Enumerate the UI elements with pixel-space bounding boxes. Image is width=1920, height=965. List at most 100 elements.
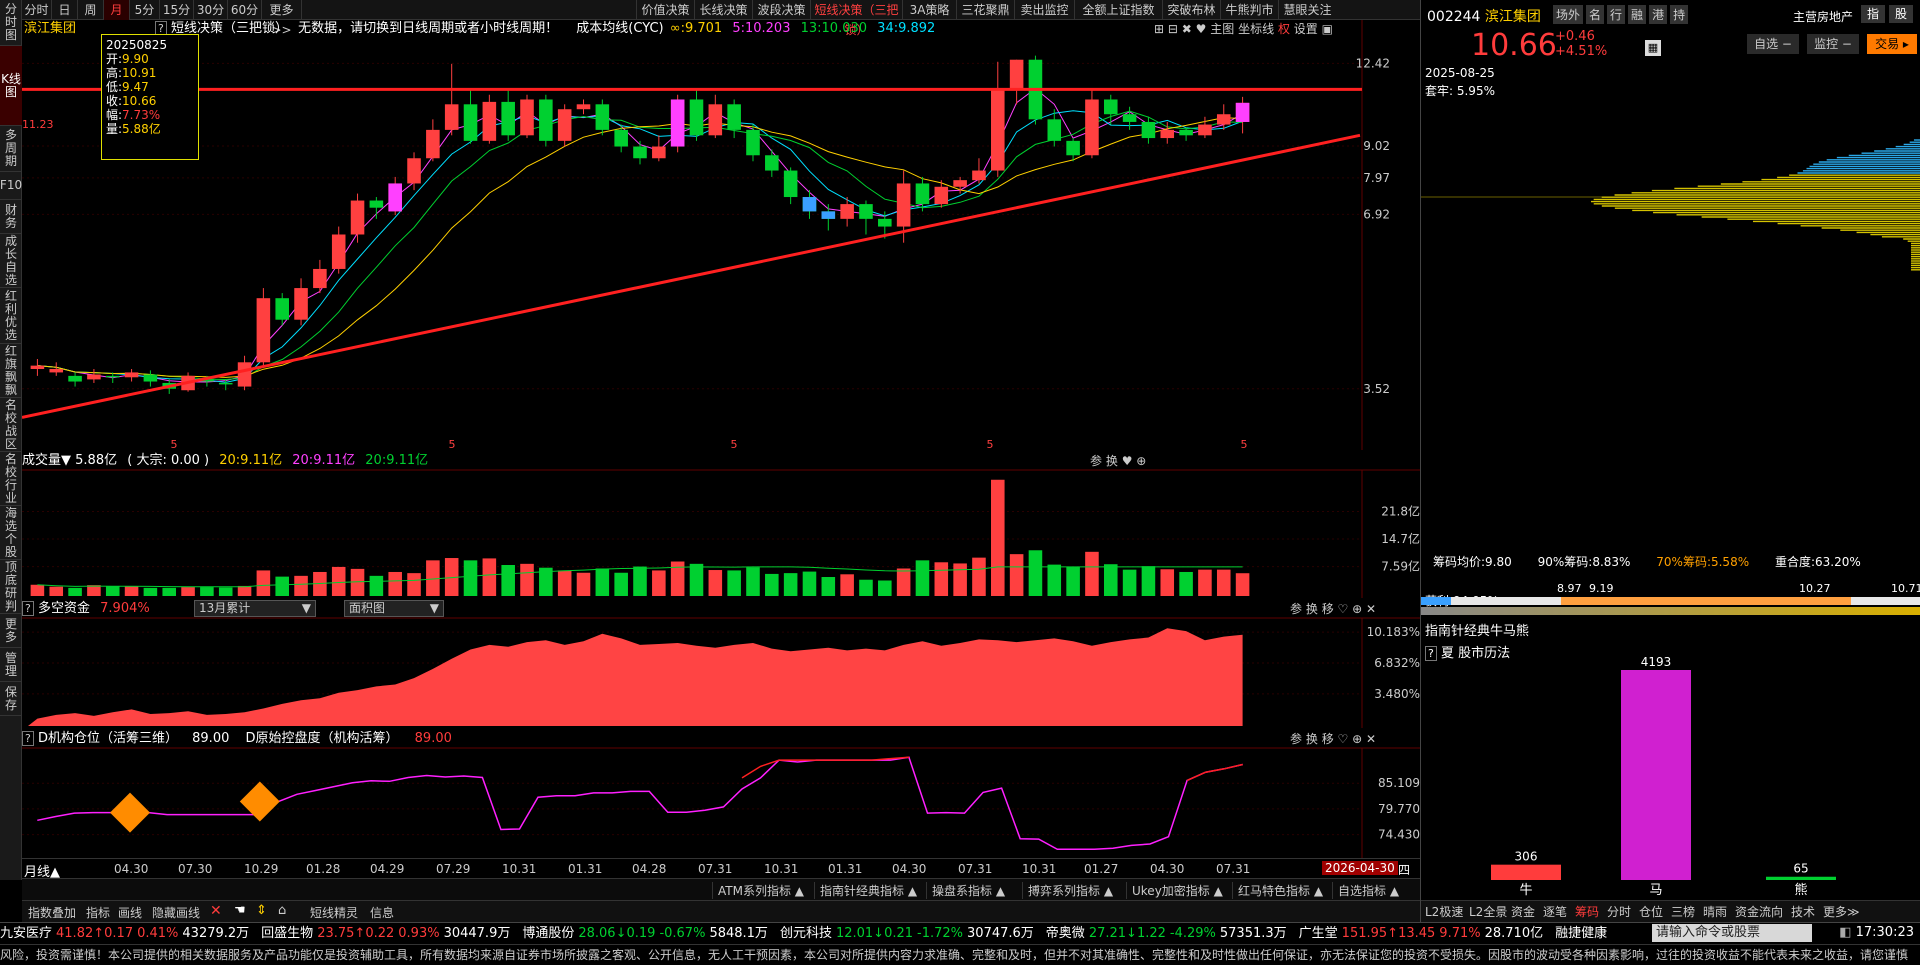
period-tab-3[interactable]: 月 bbox=[104, 0, 130, 20]
right-tab-9[interactable]: 资金流向 bbox=[1735, 901, 1783, 923]
volume-panel[interactable]: 21.8亿 14.7亿 7.59亿 成交量▼ 5.88亿 ( 大宗: 0.00 ) … bbox=[22, 450, 1420, 598]
indicator-tab-3[interactable]: 搏弈系列指标 ▲ bbox=[1022, 882, 1113, 899]
move-icon[interactable]: 移 bbox=[1322, 602, 1334, 616]
volume-title[interactable]: 成交量▼ bbox=[22, 453, 71, 468]
stock-tag-3[interactable]: 融 bbox=[1628, 5, 1647, 24]
indicator-tab-5[interactable]: 红马特色指标 ▲ bbox=[1232, 882, 1323, 899]
strategy-tab-2[interactable]: 波段决策 bbox=[752, 0, 810, 20]
period-tab-1[interactable]: 日 bbox=[52, 0, 78, 20]
chart-type-select[interactable]: 面积图 ▼ bbox=[344, 600, 444, 617]
strategy-tab-7[interactable]: 全额上证指数 bbox=[1074, 0, 1162, 20]
left-nav-item-13[interactable]: 管理 bbox=[0, 648, 22, 682]
right-tab-2[interactable]: 资金 bbox=[1511, 901, 1535, 923]
right-tab-10[interactable]: 技术 bbox=[1791, 901, 1815, 923]
minus-icon[interactable]: ⊟ bbox=[1168, 22, 1178, 36]
indicator-tab-6[interactable]: 自选指标 ▲ bbox=[1332, 882, 1399, 899]
left-nav-item-3[interactable]: F10 bbox=[0, 172, 22, 200]
heart-icon[interactable]: ♥ bbox=[1196, 22, 1207, 36]
heart-icon[interactable]: ♥ bbox=[1122, 454, 1133, 468]
zoom-icon[interactable]: ⊕ bbox=[1136, 454, 1146, 468]
longshort-funds-panel[interactable]: 10.183% 6.832% 3.480% ? 多空资金 7.904% 13月累计 ▼… bbox=[22, 598, 1420, 728]
period-tab-5[interactable]: 15分 bbox=[160, 0, 194, 20]
plus-icon[interactable]: ⊞ bbox=[1154, 22, 1164, 36]
right-tab-11[interactable]: 更多≫ bbox=[1823, 901, 1860, 923]
period-tab-8[interactable]: 更多>> bbox=[262, 0, 302, 37]
switch-icon[interactable]: 换 bbox=[1306, 602, 1318, 616]
trade-button[interactable]: 交易 ▸ bbox=[1867, 34, 1917, 54]
move-vertical-icon[interactable]: ⇕ bbox=[256, 903, 267, 918]
calculator-icon[interactable]: ▦ bbox=[1645, 40, 1661, 56]
help-icon[interactable]: ? bbox=[22, 601, 34, 616]
left-nav-item-1[interactable]: K线图 bbox=[0, 46, 22, 126]
watchlist-button[interactable]: 自选 − bbox=[1747, 34, 1799, 54]
param-icon[interactable]: 参 bbox=[1290, 602, 1302, 616]
close-icon[interactable]: ✕ bbox=[1366, 602, 1376, 616]
stock-tag-2[interactable]: 行 bbox=[1607, 5, 1626, 24]
left-nav-item-0[interactable]: 分时图 bbox=[0, 0, 22, 46]
volume-svg[interactable]: 21.8亿 14.7亿 7.59亿 bbox=[22, 450, 1420, 598]
ticker-item[interactable]: 广生堂 151.95↑13.45 9.71% 28.710亿 bbox=[1299, 926, 1543, 941]
strategy-tab-1[interactable]: 长线决策 bbox=[694, 0, 752, 20]
kline-svg[interactable]: 12.42 9.02 7.97 6.92 3.52 5 5 5 5 5 bbox=[21, 20, 1420, 451]
help-icon[interactable]: ? bbox=[22, 731, 34, 746]
right-tab-7[interactable]: 三榜 bbox=[1671, 901, 1695, 923]
index-button[interactable]: 指 bbox=[1861, 5, 1885, 23]
lock-icon[interactable]: ⌂ bbox=[278, 903, 286, 918]
ticker-item[interactable]: 创元科技 12.01↓0.21 -1.72% 30747.6万 bbox=[780, 926, 1034, 941]
ticker-item[interactable]: 九安医疗 41.82↑0.17 0.41% 43279.2万 bbox=[0, 926, 249, 941]
strategy-tab-0[interactable]: 价值决策 bbox=[636, 0, 694, 20]
switch-icon[interactable]: 换 bbox=[1106, 454, 1118, 468]
left-nav-item-5[interactable]: 成长自选 bbox=[0, 234, 22, 288]
institution-position-panel[interactable]: 85.109 79.770 74.430 ? D机构仓位（活筹三维） 89.00 D… bbox=[22, 728, 1420, 858]
ticker-item[interactable]: 帝奥微 27.21↓1.22 -4.29% 57351.3万 bbox=[1046, 926, 1287, 941]
right-tab-1[interactable]: L2全景 bbox=[1469, 901, 1507, 923]
left-nav-item-8[interactable]: 名校战区 bbox=[0, 398, 22, 452]
stock-button[interactable]: 股 bbox=[1889, 5, 1913, 23]
indicator-tab-2[interactable]: 操盘系指标 ▲ bbox=[926, 882, 1005, 899]
longshort-title[interactable]: 多空资金 bbox=[38, 601, 90, 616]
left-nav-item-7[interactable]: 红旗飘飘 bbox=[0, 344, 22, 398]
left-nav-item-2[interactable]: 多周期 bbox=[0, 126, 22, 172]
left-nav-item-14[interactable]: 保存 bbox=[0, 682, 22, 716]
hand-icon[interactable]: ☚ bbox=[234, 903, 246, 918]
left-nav-item-10[interactable]: 海选个股 bbox=[0, 506, 22, 560]
toolbar-hide-lines[interactable]: 隐藏画线 bbox=[152, 904, 200, 921]
right-tab-5[interactable]: 分时 bbox=[1607, 901, 1631, 923]
axis-collapse-icon[interactable]: 四 bbox=[1398, 861, 1410, 878]
indicator-tab-1[interactable]: 指南针经典指标 ▲ bbox=[814, 882, 917, 899]
chip-distribution-svg[interactable] bbox=[1421, 90, 1920, 450]
command-input[interactable]: 请输入命令或股票 bbox=[1652, 924, 1812, 942]
zoom-icon[interactable]: ⊕ bbox=[1352, 602, 1362, 616]
strategy-tab-10[interactable]: 慧眼关注 bbox=[1278, 0, 1336, 20]
toolbar-short-elf[interactable]: 短线精灵 bbox=[310, 904, 358, 921]
axis-line-button[interactable]: 坐标线 bbox=[1238, 22, 1274, 36]
left-nav-item-4[interactable]: 财务 bbox=[0, 200, 22, 234]
stock-tag-5[interactable]: 持 bbox=[1670, 5, 1689, 24]
delete-icon[interactable]: ✕ bbox=[210, 903, 222, 919]
strategy-tab-4[interactable]: 3A策略 bbox=[902, 0, 956, 20]
longshort-svg[interactable]: 10.183% 6.832% 3.480% bbox=[22, 598, 1420, 728]
main-chart-button[interactable]: 主图 bbox=[1210, 22, 1234, 36]
close-icon[interactable]: ✖ bbox=[1182, 22, 1192, 36]
right-tab-6[interactable]: 仓位 bbox=[1639, 901, 1663, 923]
period-tab-2[interactable]: 周 bbox=[78, 0, 104, 20]
indicator-tab-4[interactable]: Ukey加密指标 ▲ bbox=[1126, 882, 1223, 899]
control-title[interactable]: D原始控盘度（机构活筹） bbox=[246, 731, 399, 746]
stock-tag-0[interactable]: 场外 bbox=[1553, 5, 1584, 24]
left-nav-item-12[interactable]: 更多 bbox=[0, 614, 22, 648]
period-tab-6[interactable]: 30分 bbox=[194, 0, 228, 20]
strategy-tab-8[interactable]: 突破布林 bbox=[1162, 0, 1220, 20]
window-icon[interactable]: ▣ bbox=[1322, 22, 1333, 36]
right-tab-4[interactable]: 筹码 bbox=[1575, 901, 1599, 923]
settings-button[interactable]: 设置 bbox=[1294, 22, 1318, 36]
stock-tag-4[interactable]: 港 bbox=[1649, 5, 1668, 24]
monitor-button[interactable]: 监控 − bbox=[1807, 34, 1859, 54]
indicator-tab-0[interactable]: ATM系列指标 ▲ bbox=[712, 882, 804, 899]
cumulative-select[interactable]: 13月累计 ▼ bbox=[194, 600, 316, 617]
param-icon[interactable]: 参 bbox=[1090, 454, 1102, 468]
heart-icon[interactable]: ♡ bbox=[1338, 732, 1349, 746]
period-tab-4[interactable]: 5分 bbox=[130, 0, 160, 20]
right-tab-3[interactable]: 逐笔 bbox=[1543, 901, 1567, 923]
institution-title[interactable]: D机构仓位（活筹三维） bbox=[38, 731, 178, 746]
close-icon[interactable]: ✕ bbox=[1366, 732, 1376, 746]
